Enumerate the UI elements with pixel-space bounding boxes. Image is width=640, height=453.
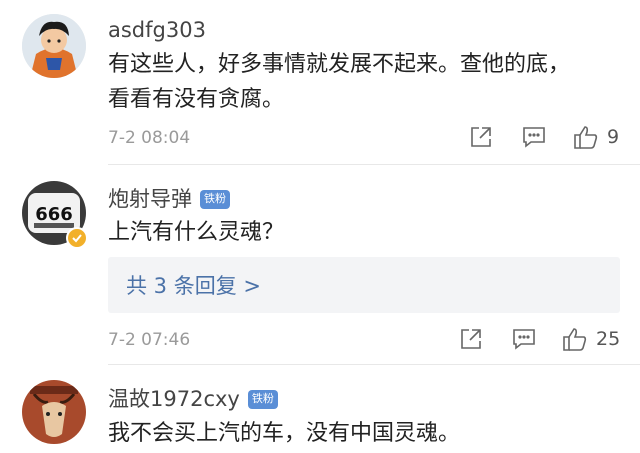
fan-badge: 铁粉 [247, 389, 278, 409]
checkmark-icon [72, 234, 82, 243]
avatar[interactable] [22, 14, 86, 78]
username-text[interactable]: asdfg303 [108, 18, 206, 42]
share-button[interactable] [470, 126, 492, 148]
comment-line: 有这些人，好多事情就发展不起来。查他的底， [108, 52, 571, 77]
like-count: 9 [607, 126, 620, 148]
username-text[interactable]: 炮射导弹 [108, 183, 192, 213]
comment-item: 666 炮射导弹 铁粉 上汽有什么灵魂？ 共 3 条回复 > 7-2 07:46… [0, 165, 640, 365]
username[interactable]: 温故1972cxy 铁粉 [108, 383, 278, 413]
like-button[interactable]: 25 [562, 326, 620, 352]
share-icon [461, 329, 481, 349]
comment-line: 看看有没有贪腐。 [108, 87, 285, 112]
comment-text: 我不会买上汽的车，没有中国灵魂。 [108, 416, 460, 451]
username[interactable]: asdfg303 [108, 18, 206, 42]
comment-icon [523, 127, 545, 148]
avatar-text: 666 [35, 204, 73, 225]
like-button[interactable]: 9 [573, 124, 619, 150]
fan-badge: 铁粉 [200, 189, 230, 209]
comment-item: asdfg303 有这些人，好多事情就发展不起来。查他的底， 看看有没有贪腐。 … [0, 0, 640, 165]
avatar[interactable] [22, 380, 86, 444]
share-button[interactable] [460, 328, 482, 350]
comment-icon [513, 329, 535, 350]
verified-badge [66, 227, 88, 249]
thumbs-up-icon [563, 328, 587, 351]
share-icon [471, 127, 491, 147]
comment-text: 上汽有什么灵魂？ [108, 215, 284, 250]
comment-time: 7-2 08:04 [108, 128, 191, 148]
comment-time: 7-2 07:46 [108, 330, 191, 350]
view-replies-link[interactable]: 共 3 条回复 > [126, 270, 261, 300]
comment-line: 我不会买上汽的车，没有中国灵魂。 [108, 421, 461, 446]
comment-line: 上汽有什么灵魂？ [108, 220, 285, 245]
comment-button[interactable] [512, 328, 536, 350]
comment-item: 温故1972cxy 铁粉 我不会买上汽的车，没有中国灵魂。 [0, 365, 640, 453]
comment-text: 有这些人，好多事情就发展不起来。查他的底， 看看有没有贪腐。 [108, 47, 570, 117]
thumbs-up-icon [574, 126, 598, 149]
like-count: 25 [596, 328, 621, 350]
reply-summary[interactable]: 共 3 条回复 > [108, 257, 620, 313]
username[interactable]: 炮射导弹 铁粉 [108, 183, 230, 213]
comment-button[interactable] [522, 126, 546, 148]
username-text[interactable]: 温故1972cxy [108, 383, 240, 413]
